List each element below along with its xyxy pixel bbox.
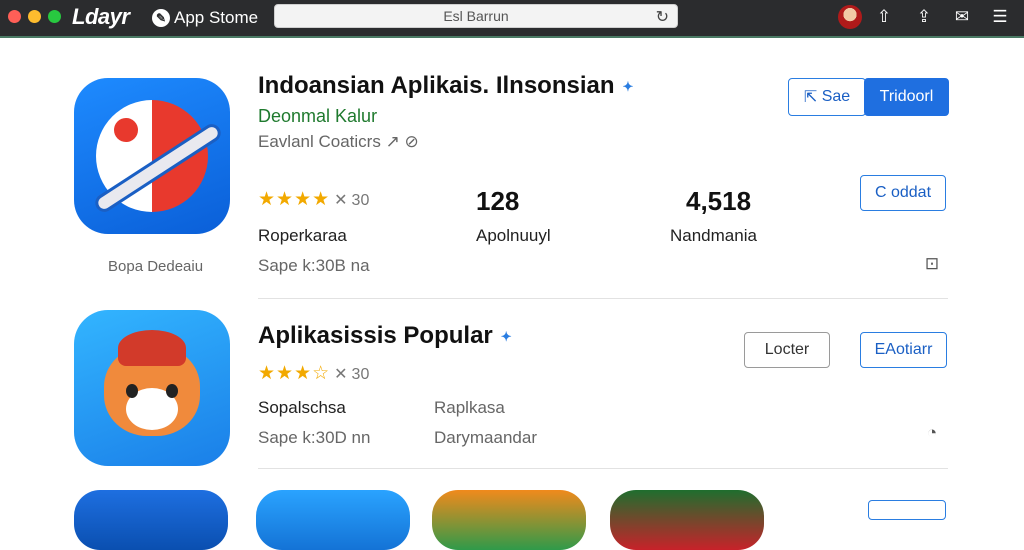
label-left-2: Sape k:30D nn [258, 428, 371, 447]
app-title: Indoansian Aplikais. Ilnsonsian ✦ [258, 72, 633, 100]
export-icon[interactable]: ⇪ [912, 5, 936, 29]
verified-icon: ↗ ⊘ [385, 132, 419, 151]
divider [258, 298, 948, 299]
compass-icon[interactable]: ◔ [920, 421, 944, 445]
close-button[interactable] [8, 10, 21, 23]
tridoorl-button[interactable]: Tridoorl [864, 78, 949, 116]
cadat-button[interactable]: C oddat [860, 175, 946, 211]
pencil-icon: ✎ [152, 9, 170, 27]
chat-icon[interactable]: ✉ [950, 5, 974, 29]
app-subtitle: Eavlanl Coaticrs ↗ ⊘ [258, 132, 419, 152]
app-icon[interactable] [74, 310, 230, 466]
menu-icon[interactable]: ☰ [988, 5, 1012, 29]
sparkle-icon: ✦ [622, 78, 634, 94]
eye-shape [126, 384, 138, 398]
minimize-button[interactable] [28, 10, 41, 23]
rating-stars: ★★★☆ ✕ 30 [258, 363, 370, 384]
divider [258, 468, 948, 469]
app-thumbnail[interactable] [256, 490, 410, 550]
zoom-button[interactable] [48, 10, 61, 23]
eye-shape [166, 384, 178, 398]
stat-value-2: 128 [476, 186, 520, 216]
stat-value-3: 4,518 [686, 186, 752, 216]
store-tab[interactable]: ✎ App Stome [152, 8, 258, 28]
app-title: Aplikasissis Popular ✦ [258, 322, 512, 350]
app-brand: Ldayr [72, 4, 130, 29]
refresh-icon[interactable]: ↻ [656, 7, 669, 27]
label-right-1: Raplkasa [434, 398, 505, 417]
app-title-text: Aplikasissis Popular [258, 322, 493, 349]
hat-shape [118, 330, 186, 366]
app-thumbnail[interactable] [432, 490, 586, 550]
store-label: App Stome [174, 8, 259, 27]
app-icon[interactable] [74, 78, 230, 234]
sparkle-icon: ✦ [500, 328, 512, 344]
window-controls [8, 10, 61, 23]
save-icon[interactable]: ⊡ [920, 252, 944, 276]
app-thumbnail[interactable] [610, 490, 764, 550]
sae-button[interactable]: ⇱ Sae [788, 78, 866, 116]
link-icon: ⇱ [803, 89, 822, 106]
partial-button[interactable] [868, 500, 946, 520]
label-left-1: Sopalschsa [258, 398, 346, 417]
sae-label: Sae [821, 88, 851, 105]
icon-caption: Bopa Dedeaiu [108, 258, 204, 275]
rating-count: 30 [351, 366, 370, 383]
share-icon[interactable]: ⇧ [872, 5, 896, 29]
label-right-2: Darymaandar [434, 428, 537, 447]
locter-button[interactable]: Locter [744, 332, 830, 368]
title-bar: Ldayr ✎ App Stome ↻ ⇧ ⇪ ✉ ☰ [0, 0, 1024, 38]
search-bar[interactable]: ↻ [274, 4, 678, 28]
rating-count: 30 [351, 192, 370, 209]
rating-stars: ★★★★ ✕ 30 [258, 189, 370, 210]
stat-label-1: Roperkaraa [258, 226, 347, 245]
app-thumbnail[interactable] [74, 490, 228, 550]
stat-label-2: Apolnuuyl [476, 226, 551, 245]
developer-link[interactable]: Deonmal Kalur [258, 106, 377, 127]
dot-shape [114, 118, 138, 142]
avatar[interactable] [838, 5, 862, 29]
stat-label-3: Nandmania [670, 226, 757, 245]
size-info: Sape k:30B na [258, 256, 370, 275]
aotiarr-button[interactable]: EAotiarr [860, 332, 947, 368]
app-title-text: Indoansian Aplikais. Ilnsonsian [258, 72, 615, 99]
search-input[interactable] [275, 5, 677, 27]
subtitle-text: Eavlanl Coaticrs [258, 132, 381, 151]
